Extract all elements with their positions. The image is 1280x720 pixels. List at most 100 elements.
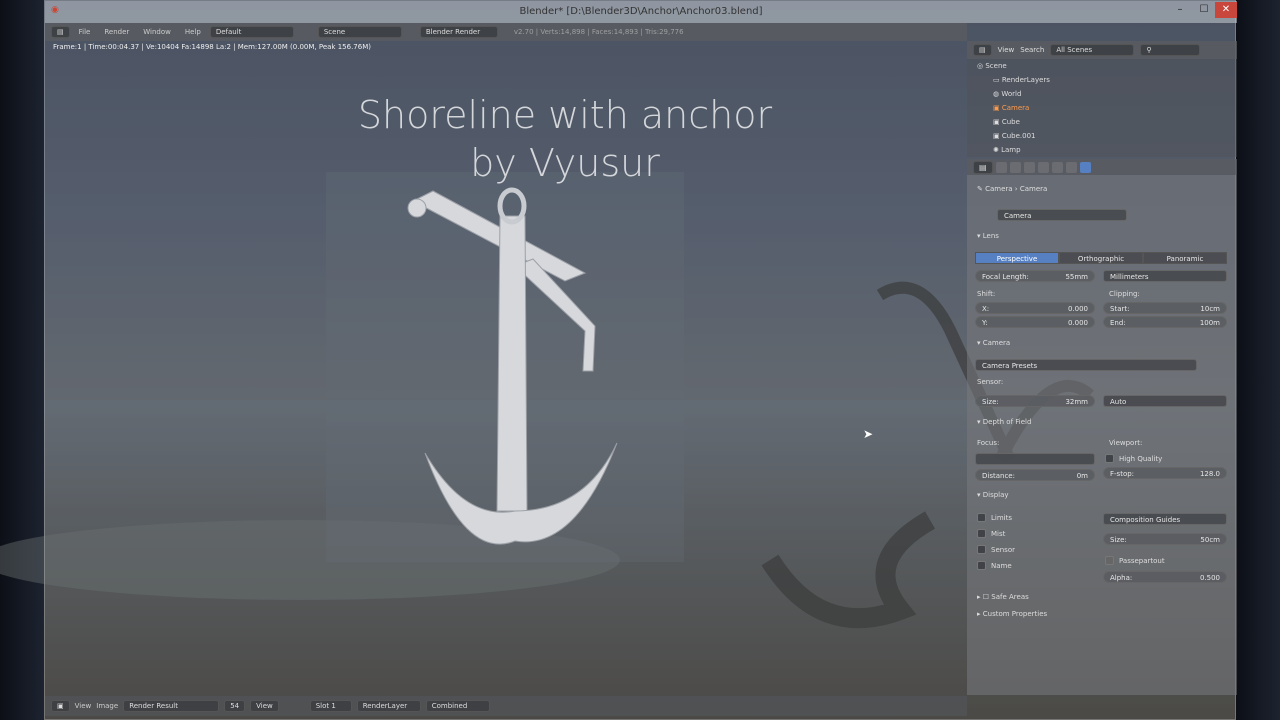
outliner-item-camera[interactable]: ▣ Camera: [967, 101, 1237, 115]
outliner-item-world[interactable]: ◍ World: [967, 87, 1237, 101]
bottom-menu-image[interactable]: Image: [96, 702, 118, 710]
passepartout-label: Passepartout: [1119, 557, 1165, 565]
outliner-menu-search[interactable]: Search: [1020, 46, 1044, 54]
dof-distance-field[interactable]: Distance: 0m: [975, 469, 1095, 481]
lens-panel-header[interactable]: ▾ Lens: [977, 232, 999, 240]
properties-type-button[interactable]: ▤: [973, 160, 993, 174]
viewport-label: Viewport:: [1109, 439, 1143, 447]
safe-areas-checkbox-icon[interactable]: ☐: [983, 593, 992, 601]
limits-label: Limits: [991, 514, 1012, 522]
outliner-filter[interactable]: All Scenes: [1050, 44, 1135, 56]
sensor-label: Sensor:: [977, 378, 1004, 386]
alpha-field[interactable]: Alpha: 0.500: [1103, 571, 1227, 583]
scene-selector[interactable]: Scene: [317, 26, 402, 38]
outliner-item-cube[interactable]: ▣ Cube: [967, 115, 1237, 129]
image-editor-viewport[interactable]: Frame:1 | Time:00:04.37 | Ve:10404 Fa:14…: [45, 41, 967, 695]
properties-header: ▤: [967, 159, 1237, 175]
focus-label: Focus:: [977, 439, 1000, 447]
close-button[interactable]: ✕: [1215, 2, 1237, 18]
sensor-checkbox[interactable]: [977, 545, 986, 554]
focal-length-field[interactable]: Focal Length: 55mm: [975, 270, 1095, 282]
maximize-button[interactable]: ☐: [1193, 2, 1215, 18]
display-size-field[interactable]: Size: 50cm: [1103, 533, 1227, 545]
clip-end-field[interactable]: End: 100m: [1103, 316, 1227, 328]
menu-file[interactable]: File: [74, 27, 96, 37]
title-bar: ◉ Blender* [D:\Blender3D\Anchor\Anchor03…: [45, 1, 1237, 23]
name-label: Name: [991, 562, 1012, 570]
clipping-label: Clipping:: [1109, 290, 1140, 298]
window-title: Blender* [D:\Blender3D\Anchor\Anchor03.b…: [519, 6, 763, 17]
frame-field[interactable]: 54: [224, 700, 246, 712]
layout-selector[interactable]: Default: [209, 26, 294, 38]
constraints-tab-icon[interactable]: [1065, 161, 1077, 173]
sensor-size-field[interactable]: Size: 32mm: [975, 395, 1095, 407]
display-panel-header[interactable]: ▾ Display: [977, 491, 1009, 499]
mist-label: Mist: [991, 530, 1006, 538]
outliner-item-scene[interactable]: ◎ Scene: [967, 59, 1237, 73]
overlay-line-2: by Vyusur: [470, 141, 660, 185]
render-info: Frame:1 | Time:00:04.37 | Ve:10404 Fa:14…: [53, 43, 371, 51]
blender-window: ◉ Blender* [D:\Blender3D\Anchor\Anchor03…: [44, 0, 1237, 720]
camera-presets-selector[interactable]: Camera Presets: [975, 359, 1197, 371]
composition-guides-selector[interactable]: Composition Guides: [1103, 513, 1227, 525]
menu-help[interactable]: Help: [180, 27, 206, 37]
outliner-tree: ◎ Scene ▭ RenderLayers ◍ World ▣ Camera …: [967, 59, 1237, 157]
cube-icon: ▣: [993, 118, 1002, 126]
mesh-icon: ▣: [993, 132, 1002, 140]
info-header: ▤ File Render Window Help Default Scene …: [45, 23, 967, 41]
overlay-line-1: Shoreline with anchor: [357, 93, 773, 137]
outliner-item-renderlayers[interactable]: ▭ RenderLayers: [967, 73, 1237, 87]
outliner-item-lamp[interactable]: ✺ Lamp: [967, 143, 1237, 157]
tab-orthographic[interactable]: Orthographic: [1059, 252, 1143, 264]
menu-window[interactable]: Window: [138, 27, 176, 37]
image-selector[interactable]: Render Result: [123, 700, 220, 712]
outliner-header: ▤ View Search All Scenes ⚲: [967, 41, 1237, 59]
fstop-field[interactable]: F-stop: 128.0: [1103, 467, 1227, 479]
dof-panel-header[interactable]: ▾ Depth of Field: [977, 418, 1031, 426]
mouse-cursor-icon: ➤: [863, 427, 874, 441]
view-selector[interactable]: View: [250, 700, 279, 712]
shift-x-field[interactable]: X: 0.000: [975, 302, 1095, 314]
outliner-item-cube001[interactable]: ▣ Cube.001: [967, 129, 1237, 143]
render-layers-tab-icon[interactable]: [1009, 161, 1021, 173]
breadcrumb: ✎ Camera › Camera: [977, 185, 1048, 193]
scene-tab-icon[interactable]: [1023, 161, 1035, 173]
clip-start-field[interactable]: Start: 10cm: [1103, 302, 1227, 314]
outliner-type-button[interactable]: ▤: [973, 44, 992, 56]
safe-areas-panel-header[interactable]: ▸ ☐ Safe Areas: [977, 593, 1029, 601]
renderlayers-icon: ▭: [993, 76, 1002, 84]
high-quality-checkbox[interactable]: [1105, 454, 1114, 463]
mist-checkbox[interactable]: [977, 529, 986, 538]
render-engine-selector[interactable]: Blender Render: [419, 26, 498, 38]
properties-panel: ✎ Camera › Camera Camera ▾ Lens Perspect…: [967, 175, 1237, 695]
limits-checkbox[interactable]: [977, 513, 986, 522]
editor-type-button[interactable]: ▤: [51, 26, 70, 38]
camera-datablock[interactable]: Camera: [997, 209, 1127, 221]
slot-selector[interactable]: Slot 1: [309, 700, 352, 712]
scene-stats: v2.70 | Verts:14,898 | Faces:14,893 | Tr…: [513, 28, 684, 36]
bottom-menu-view[interactable]: View: [75, 702, 92, 710]
render-layer-selector[interactable]: RenderLayer: [356, 700, 421, 712]
tab-panoramic[interactable]: Panoramic: [1143, 252, 1227, 264]
object-tab-icon[interactable]: [1051, 161, 1063, 173]
minimize-button[interactable]: –: [1169, 2, 1191, 18]
render-tab-icon[interactable]: [995, 161, 1007, 173]
outliner-menu-view[interactable]: View: [998, 46, 1015, 54]
tab-perspective[interactable]: Perspective: [975, 252, 1059, 264]
focus-object-field[interactable]: [975, 453, 1095, 465]
camera-data-tab-icon[interactable]: [1079, 161, 1091, 173]
sensor-fit-selector[interactable]: Auto: [1103, 395, 1227, 407]
outliner-search-input[interactable]: ⚲: [1140, 44, 1201, 56]
passepartout-checkbox[interactable]: [1105, 556, 1114, 565]
shift-y-field[interactable]: Y: 0.000: [975, 316, 1095, 328]
name-checkbox[interactable]: [977, 561, 986, 570]
render-pass-selector[interactable]: Combined: [425, 700, 490, 712]
custom-properties-panel-header[interactable]: ▸ Custom Properties: [977, 610, 1047, 618]
camera-panel-header[interactable]: ▾ Camera: [977, 339, 1010, 347]
image-editor-type-button[interactable]: ▣: [51, 700, 70, 712]
menu-render[interactable]: Render: [99, 27, 134, 37]
pin-icon[interactable]: ✎: [977, 185, 985, 193]
lens-unit-selector[interactable]: Millimeters: [1103, 270, 1227, 282]
camera-icon: ▣: [993, 104, 1002, 112]
world-tab-icon[interactable]: [1037, 161, 1049, 173]
